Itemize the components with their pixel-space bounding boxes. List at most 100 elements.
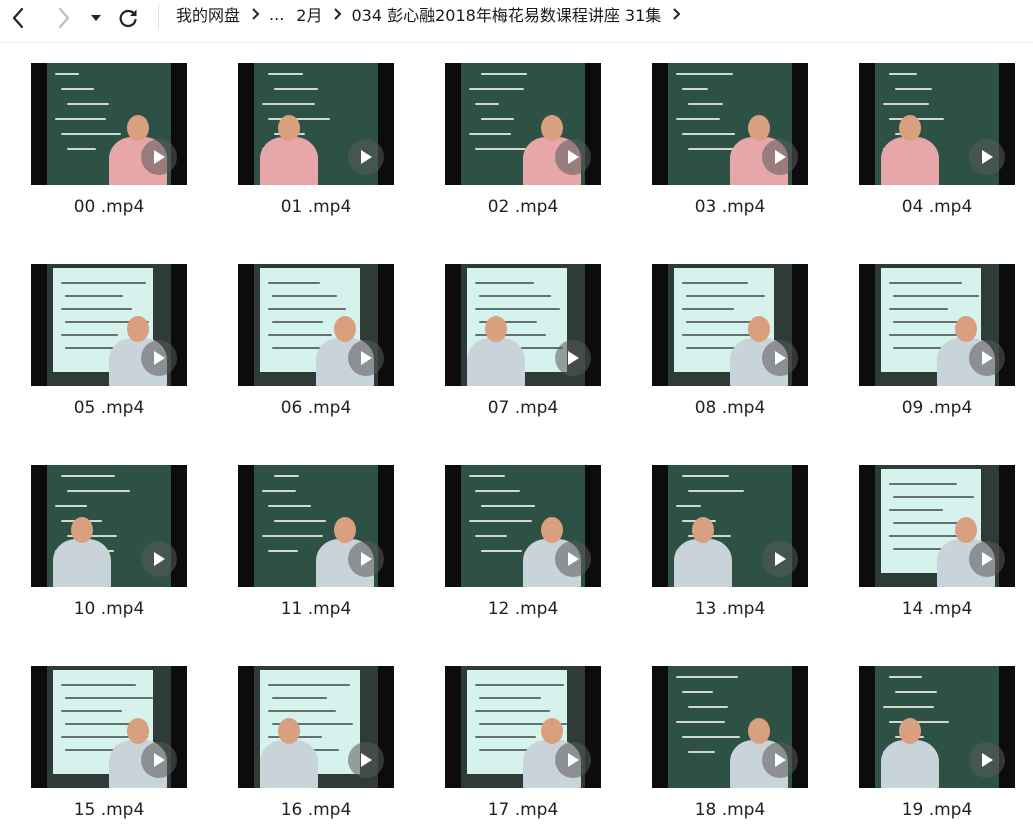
video-file-tile[interactable]: 18 .mp4 bbox=[621, 645, 821, 835]
breadcrumb-item-current-folder[interactable]: 034 彭心融2018年梅花易数课程讲座 31集 bbox=[351, 2, 661, 26]
chalk-writing bbox=[481, 118, 514, 120]
refresh-button[interactable] bbox=[116, 5, 140, 31]
video-file-tile[interactable]: 05 .mp4 bbox=[0, 243, 200, 433]
presenter-head bbox=[334, 517, 356, 543]
presenter-head bbox=[485, 316, 507, 342]
slide-text-line bbox=[889, 509, 943, 511]
presenter bbox=[260, 137, 318, 185]
slide-text-line bbox=[272, 295, 337, 297]
play-icon[interactable] bbox=[348, 742, 384, 778]
slide-text-line bbox=[893, 522, 960, 524]
chalk-writing bbox=[895, 691, 937, 693]
chevron-right-icon bbox=[251, 7, 260, 21]
chalk-writing bbox=[268, 118, 330, 120]
play-icon[interactable] bbox=[762, 742, 798, 778]
play-icon[interactable] bbox=[141, 139, 177, 175]
play-icon[interactable] bbox=[348, 541, 384, 577]
video-file-tile[interactable]: 07 .mp4 bbox=[414, 243, 614, 433]
play-icon[interactable] bbox=[969, 139, 1005, 175]
chalk-writing bbox=[883, 706, 934, 708]
presenter-head bbox=[955, 316, 977, 342]
play-icon[interactable] bbox=[555, 340, 591, 376]
play-icon[interactable] bbox=[555, 139, 591, 175]
video-file-tile[interactable]: 12 .mp4 bbox=[414, 444, 614, 634]
chalk-writing bbox=[61, 133, 121, 135]
slide-text-line bbox=[893, 295, 979, 297]
video-file-tile[interactable]: 16 .mp4 bbox=[207, 645, 407, 835]
forward-button[interactable] bbox=[52, 5, 76, 31]
chalk-writing bbox=[61, 88, 94, 90]
play-icon[interactable] bbox=[555, 742, 591, 778]
video-thumbnail bbox=[859, 666, 1015, 788]
video-thumbnail bbox=[31, 63, 187, 185]
presenter-head bbox=[955, 517, 977, 543]
play-icon[interactable] bbox=[969, 742, 1005, 778]
chalk-writing bbox=[55, 118, 106, 120]
slide-text-line bbox=[893, 548, 946, 550]
slide-text-line bbox=[61, 684, 136, 686]
chalk-writing bbox=[262, 535, 323, 537]
play-icon[interactable] bbox=[969, 340, 1005, 376]
video-file-tile[interactable]: 11 .mp4 bbox=[207, 444, 407, 634]
slide-text-line bbox=[268, 334, 332, 336]
presenter-head bbox=[748, 115, 770, 141]
play-icon[interactable] bbox=[762, 139, 798, 175]
chalk-writing bbox=[676, 118, 720, 120]
video-file-tile[interactable]: 04 .mp4 bbox=[828, 42, 1028, 232]
back-button[interactable] bbox=[6, 5, 30, 31]
video-file-tile[interactable]: 01 .mp4 bbox=[207, 42, 407, 232]
video-file-tile[interactable]: 15 .mp4 bbox=[0, 645, 200, 835]
play-icon[interactable] bbox=[141, 340, 177, 376]
chalk-writing bbox=[475, 535, 507, 537]
slide-text-line bbox=[65, 697, 153, 699]
chalk-writing bbox=[469, 520, 532, 522]
chalk-writing bbox=[274, 475, 299, 477]
video-file-tile[interactable]: 00 .mp4 bbox=[0, 42, 200, 232]
presenter-head bbox=[71, 517, 93, 543]
presenter-head bbox=[899, 718, 921, 744]
slide-text-line bbox=[682, 282, 748, 284]
video-file-tile[interactable]: 02 .mp4 bbox=[414, 42, 614, 232]
video-thumbnail bbox=[652, 63, 808, 185]
play-icon[interactable] bbox=[141, 541, 177, 577]
video-thumbnail bbox=[652, 465, 808, 587]
video-file-tile[interactable]: 03 .mp4 bbox=[621, 42, 821, 232]
video-file-tile[interactable]: 10 .mp4 bbox=[0, 444, 200, 634]
video-thumbnail bbox=[652, 264, 808, 386]
presenter bbox=[881, 740, 939, 788]
breadcrumb-item-root[interactable]: 我的网盘 bbox=[176, 2, 240, 26]
slide-text-line bbox=[61, 710, 122, 712]
video-file-tile[interactable]: 17 .mp4 bbox=[414, 645, 614, 835]
video-file-tile[interactable]: 06 .mp4 bbox=[207, 243, 407, 433]
play-icon[interactable] bbox=[969, 541, 1005, 577]
video-file-tile[interactable]: 19 .mp4 bbox=[828, 645, 1028, 835]
play-icon[interactable] bbox=[762, 340, 798, 376]
video-file-tile[interactable]: 13 .mp4 bbox=[621, 444, 821, 634]
video-thumbnail bbox=[238, 264, 394, 386]
chevron-right-icon[interactable] bbox=[672, 7, 681, 21]
video-file-tile[interactable]: 09 .mp4 bbox=[828, 243, 1028, 433]
breadcrumb-item-collapsed[interactable]: ... bbox=[269, 5, 284, 24]
play-icon[interactable] bbox=[141, 742, 177, 778]
breadcrumb-item-month[interactable]: 2月 bbox=[296, 2, 322, 26]
chevron-left-icon bbox=[12, 7, 24, 29]
slide-text-line bbox=[268, 308, 346, 310]
play-icon[interactable] bbox=[348, 340, 384, 376]
video-thumbnail bbox=[859, 63, 1015, 185]
chalk-writing bbox=[268, 550, 298, 552]
play-icon[interactable] bbox=[762, 541, 798, 577]
chalk-writing bbox=[481, 505, 535, 507]
play-icon[interactable] bbox=[348, 139, 384, 175]
chalk-writing bbox=[688, 751, 715, 753]
video-thumbnail bbox=[445, 465, 601, 587]
history-dropdown-button[interactable] bbox=[86, 5, 106, 31]
chalk-writing bbox=[682, 133, 735, 135]
toolbar: 我的网盘 ... 2月 034 彭心融2018年梅花易数课程讲座 31集 bbox=[0, 0, 1033, 43]
chalk-writing bbox=[469, 475, 505, 477]
presenter-head bbox=[748, 316, 770, 342]
video-file-tile[interactable]: 14 .mp4 bbox=[828, 444, 1028, 634]
video-file-tile[interactable]: 08 .mp4 bbox=[621, 243, 821, 433]
play-icon[interactable] bbox=[555, 541, 591, 577]
presenter bbox=[674, 539, 732, 587]
chevron-right-icon bbox=[58, 7, 70, 29]
